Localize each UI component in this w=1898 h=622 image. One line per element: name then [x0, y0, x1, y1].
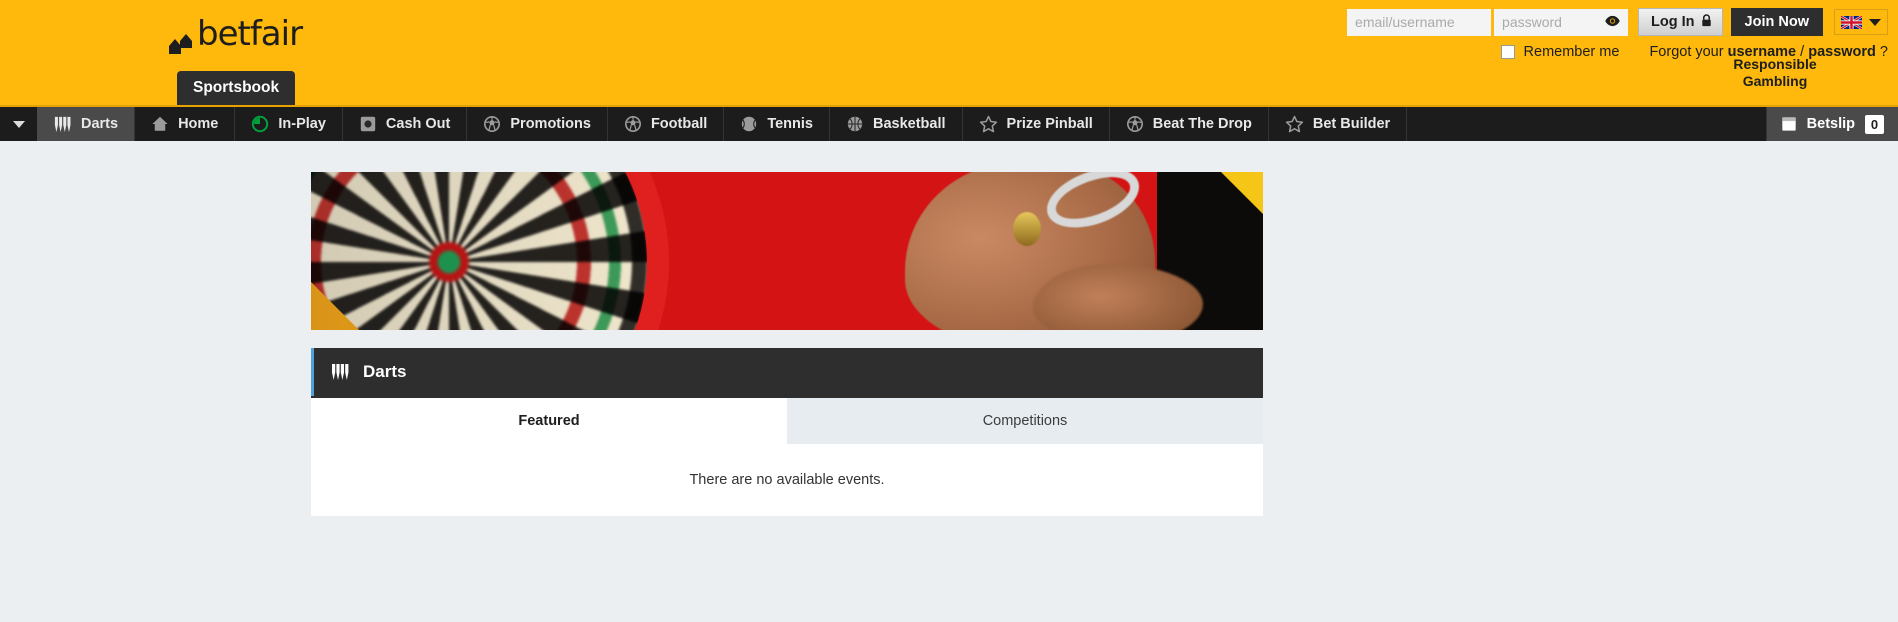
login-button-label: Log In — [1651, 14, 1695, 30]
remember-me-checkbox[interactable] — [1500, 45, 1515, 59]
forgot-suffix: ? — [1875, 44, 1888, 60]
nav-menu-toggle[interactable] — [0, 107, 37, 141]
page-title: Darts — [363, 362, 407, 381]
tennis-icon — [740, 115, 758, 133]
nav-item-basketball-label: Basketball — [872, 116, 946, 132]
join-now-label: Join Now — [1744, 14, 1809, 30]
nav-item-football-label: Football — [650, 116, 708, 132]
nav-item-tennis[interactable]: Tennis — [724, 107, 830, 141]
chevron-down-icon — [1869, 18, 1881, 26]
nav-item-promotions-label: Promotions — [510, 116, 591, 132]
nav-item-in-play[interactable]: In-Play — [235, 107, 343, 141]
main-content: Darts Featured Competitions There are no… — [0, 141, 1898, 622]
tab-featured-label: Featured — [518, 413, 580, 429]
nav-item-beat-the-drop-label: Beat The Drop — [1152, 116, 1252, 132]
nav-item-cash-out-label: Cash Out — [385, 116, 451, 132]
nav-spacer — [1407, 107, 1767, 141]
forgot-prefix: Forgot your — [1649, 44, 1728, 60]
responsible-gambling-line1: Responsible — [1733, 56, 1817, 72]
nav-item-prize-pinball[interactable]: Prize Pinball — [963, 107, 1110, 141]
uk-flag-icon — [1841, 15, 1862, 29]
section-header-darts: Darts — [311, 348, 1263, 396]
nav-item-bet-builder[interactable]: Bet Builder — [1269, 107, 1408, 141]
tab-featured[interactable]: Featured — [311, 398, 787, 444]
nav-item-in-play-label: In-Play — [278, 116, 326, 132]
responsible-gambling-link[interactable]: Responsible Gambling — [1720, 56, 1830, 90]
football-icon — [483, 115, 501, 133]
responsible-gambling-line2: Gambling — [1742, 72, 1808, 89]
betslip-icon — [1781, 116, 1797, 132]
betslip-count-badge: 0 — [1865, 114, 1884, 134]
betfair-arrows-logo — [168, 25, 194, 54]
nav-item-darts-label: Darts — [81, 116, 119, 132]
tab-competitions-label: Competitions — [982, 413, 1068, 429]
sportsbook-tab[interactable]: Sportsbook — [177, 71, 296, 105]
main-navigation: Darts Home In-Play Cash Out Promotions F… — [0, 105, 1898, 141]
hero-overlay — [311, 172, 1263, 330]
password-wrapper — [1494, 8, 1629, 36]
football-icon — [624, 115, 642, 133]
star-icon — [1285, 115, 1304, 134]
username-input[interactable] — [1347, 8, 1492, 36]
join-now-button[interactable]: Join Now — [1730, 8, 1823, 36]
content-column: Darts Featured Competitions There are no… — [311, 172, 1263, 516]
tab-competitions[interactable]: Competitions — [787, 398, 1263, 444]
login-row-credentials: Log In Join Now — [1347, 8, 1888, 36]
content-tabs: Featured Competitions — [311, 396, 1263, 444]
darts-icon — [53, 115, 72, 134]
betfair-logo[interactable]: betfair — [168, 14, 303, 54]
nav-item-home[interactable]: Home — [135, 107, 236, 141]
nav-item-darts[interactable]: Darts — [37, 107, 136, 141]
football-icon — [1126, 115, 1144, 133]
darts-icon — [330, 362, 350, 382]
nav-item-football[interactable]: Football — [608, 107, 725, 141]
login-button[interactable]: Log In — [1638, 8, 1723, 36]
cash-out-icon — [359, 115, 377, 133]
nav-item-tennis-label: Tennis — [767, 116, 813, 132]
eye-icon[interactable] — [1604, 14, 1621, 31]
lock-icon — [1701, 13, 1712, 31]
basketball-icon — [846, 115, 864, 133]
nav-item-promotions[interactable]: Promotions — [467, 107, 608, 141]
star-icon — [979, 115, 998, 134]
nav-item-prize-pinball-label: Prize Pinball — [1006, 116, 1093, 132]
sportsbook-tab-label: Sportsbook — [193, 79, 280, 96]
login-area: Log In Join Now — [1347, 8, 1888, 60]
home-icon — [151, 115, 169, 133]
site-header: betfair Sportsbook Log In — [0, 0, 1898, 105]
darts-hero-banner[interactable] — [311, 172, 1263, 330]
empty-state-message: There are no available events. — [689, 472, 885, 488]
betslip-label: Betslip — [1806, 116, 1855, 132]
events-panel: There are no available events. — [311, 444, 1263, 516]
nav-item-bet-builder-label: Bet Builder — [1312, 116, 1391, 132]
nav-item-beat-the-drop[interactable]: Beat The Drop — [1110, 107, 1269, 141]
betslip-button[interactable]: Betslip 0 — [1766, 107, 1898, 141]
chevron-down-icon — [12, 120, 25, 128]
nav-item-cash-out[interactable]: Cash Out — [343, 107, 468, 141]
betfair-logo-text: betfair — [197, 14, 303, 54]
nav-item-home-label: Home — [178, 116, 219, 132]
language-selector[interactable] — [1834, 9, 1888, 35]
nav-item-basketball[interactable]: Basketball — [830, 107, 963, 141]
in-play-icon — [251, 115, 269, 133]
remember-me-label: Remember me — [1523, 44, 1620, 60]
